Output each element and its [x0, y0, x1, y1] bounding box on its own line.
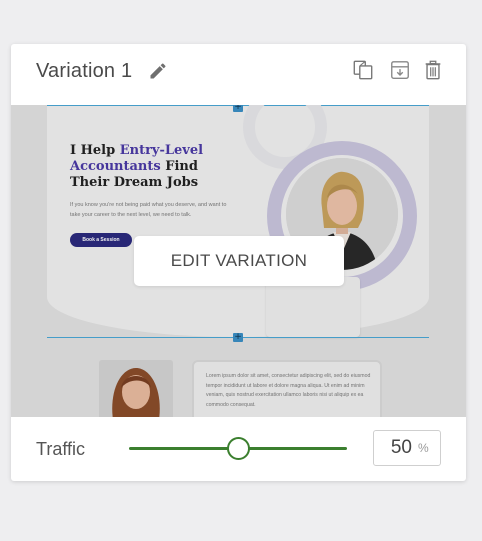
traffic-percent-field[interactable]: %	[373, 430, 441, 466]
traffic-label: Traffic	[36, 439, 86, 459]
traffic-row: Traffic %	[11, 417, 466, 481]
pencil-icon[interactable]	[148, 61, 168, 81]
variation-card: Variation 1 + I Help Entry-Level Account…	[11, 44, 466, 481]
traffic-slider-thumb[interactable]	[227, 437, 250, 460]
archive-icon[interactable]	[389, 59, 411, 81]
variation-preview[interactable]: + I Help Entry-Level Accountants Find Th…	[11, 105, 466, 417]
edit-variation-button[interactable]: EDIT VARIATION	[134, 236, 344, 286]
traffic-percent-input[interactable]	[374, 431, 412, 465]
copy-icon[interactable]	[352, 59, 374, 81]
trash-icon[interactable]	[422, 59, 444, 81]
variation-title: Variation 1	[36, 60, 133, 82]
variation-header: Variation 1	[11, 44, 466, 105]
percent-unit: %	[418, 441, 429, 455]
